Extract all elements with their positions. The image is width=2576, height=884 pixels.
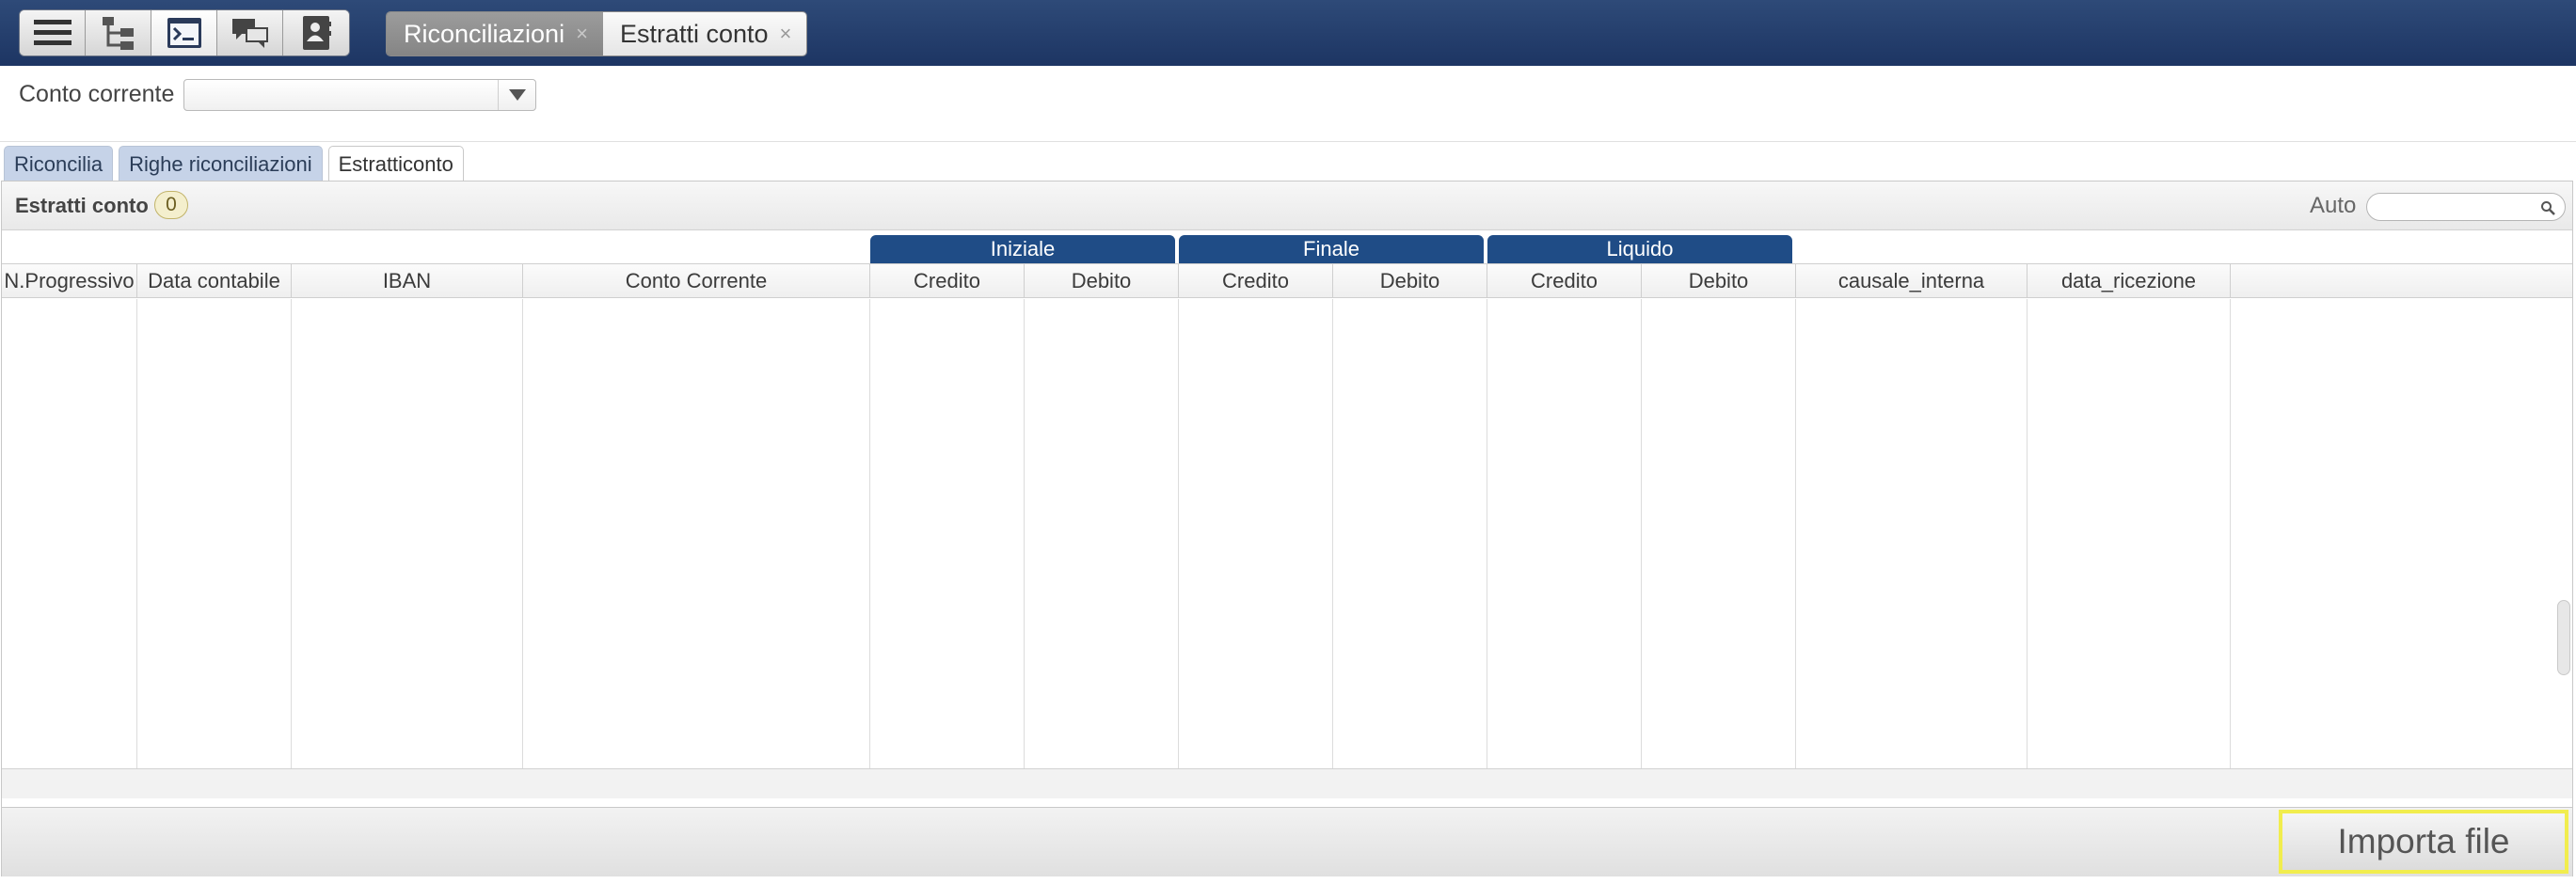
menu-button[interactable] [20, 10, 86, 55]
column-divider [522, 299, 523, 768]
table-header: N.Progressivo Data contabile IBAN Conto … [2, 263, 2572, 298]
chat-icon [231, 19, 268, 48]
column-header[interactable]: data_ricezione [2027, 264, 2230, 297]
tab-estratticonto[interactable]: Estratticonto [327, 146, 464, 182]
doc-tab-estratti-conto[interactable]: Estratti conto × [602, 12, 807, 55]
column-divider [136, 299, 137, 768]
doc-tab-riconciliazioni[interactable]: Riconciliazioni × [387, 12, 603, 55]
tree-button[interactable] [86, 10, 151, 55]
conto-corrente-label: Conto corrente [19, 80, 175, 107]
terminal-icon [167, 18, 201, 48]
conto-corrente-filter: Conto corrente [19, 77, 536, 111]
tab-righe-riconciliazioni[interactable]: Righe riconciliazioni [119, 146, 323, 182]
column-divider [2230, 299, 2231, 768]
column-header[interactable]: Data contabile [136, 264, 291, 297]
close-icon[interactable]: × [576, 22, 588, 46]
column-divider [1641, 299, 1642, 768]
column-divider [291, 299, 292, 768]
doc-tab-label: Estratti conto [619, 19, 769, 48]
table-body [2, 299, 2572, 768]
column-divider [1178, 299, 1179, 768]
chat-button[interactable] [217, 10, 283, 55]
section-tabs: Riconcilia Righe riconciliazioni Estratt… [0, 146, 464, 182]
column-header[interactable]: Credito [1178, 264, 1332, 297]
estratti-conto-panel: Estratti conto 0 Auto Iniziale Finale Li… [1, 181, 2573, 876]
tree-icon [102, 17, 134, 50]
column-header[interactable]: Credito [869, 264, 1024, 297]
tab-riconcilia[interactable]: Riconcilia [4, 146, 114, 182]
terminal-button[interactable] [151, 10, 217, 55]
contacts-button[interactable] [283, 10, 349, 55]
menu-icon [33, 20, 72, 45]
column-divider [1332, 299, 1333, 768]
document-tabs: Riconciliazioni × Estratti conto × [386, 11, 808, 56]
close-icon[interactable]: × [780, 22, 792, 46]
column-header[interactable]: N.Progressivo [2, 264, 136, 297]
column-divider [869, 299, 870, 768]
column-header[interactable]: IBAN [291, 264, 522, 297]
auto-label: Auto [2310, 193, 2357, 218]
top-bar: Riconciliazioni × Estratti conto × [0, 0, 2576, 66]
group-header-finale: Finale [1179, 235, 1484, 263]
column-header[interactable]: Debito [1332, 264, 1487, 297]
group-header-liquido: Liquido [1487, 235, 1792, 263]
panel-header: Estratti conto 0 Auto [2, 182, 2572, 230]
column-divider [1024, 299, 1025, 768]
vertical-scrollbar[interactable] [2557, 600, 2570, 675]
panel-title: Estratti conto [15, 194, 149, 217]
search-icon [2541, 201, 2555, 215]
panel-footer: Importa file [2, 807, 2572, 876]
column-header[interactable]: Conto Corrente [522, 264, 869, 297]
column-divider [1795, 299, 1796, 768]
divider [0, 141, 2576, 142]
horizontal-scrollbar[interactable] [2, 768, 2572, 798]
contacts-icon [303, 16, 331, 50]
column-header[interactable]: causale_interna [1795, 264, 2027, 297]
column-groups: Iniziale Finale Liquido [2, 235, 2572, 263]
conto-corrente-select[interactable] [183, 79, 536, 111]
count-badge: 0 [154, 191, 188, 219]
chevron-down-icon[interactable] [498, 80, 535, 110]
doc-tab-label: Riconciliazioni [404, 19, 565, 48]
column-header[interactable]: Debito [1024, 264, 1178, 297]
toolbar-button-group [19, 9, 350, 56]
column-header[interactable]: Credito [1487, 264, 1641, 297]
column-header[interactable]: Debito [1641, 264, 1795, 297]
import-file-button[interactable]: Importa file [2279, 810, 2568, 874]
search-input[interactable] [2366, 193, 2566, 221]
group-header-iniziale: Iniziale [870, 235, 1175, 263]
column-header-spacer [2230, 264, 2572, 297]
